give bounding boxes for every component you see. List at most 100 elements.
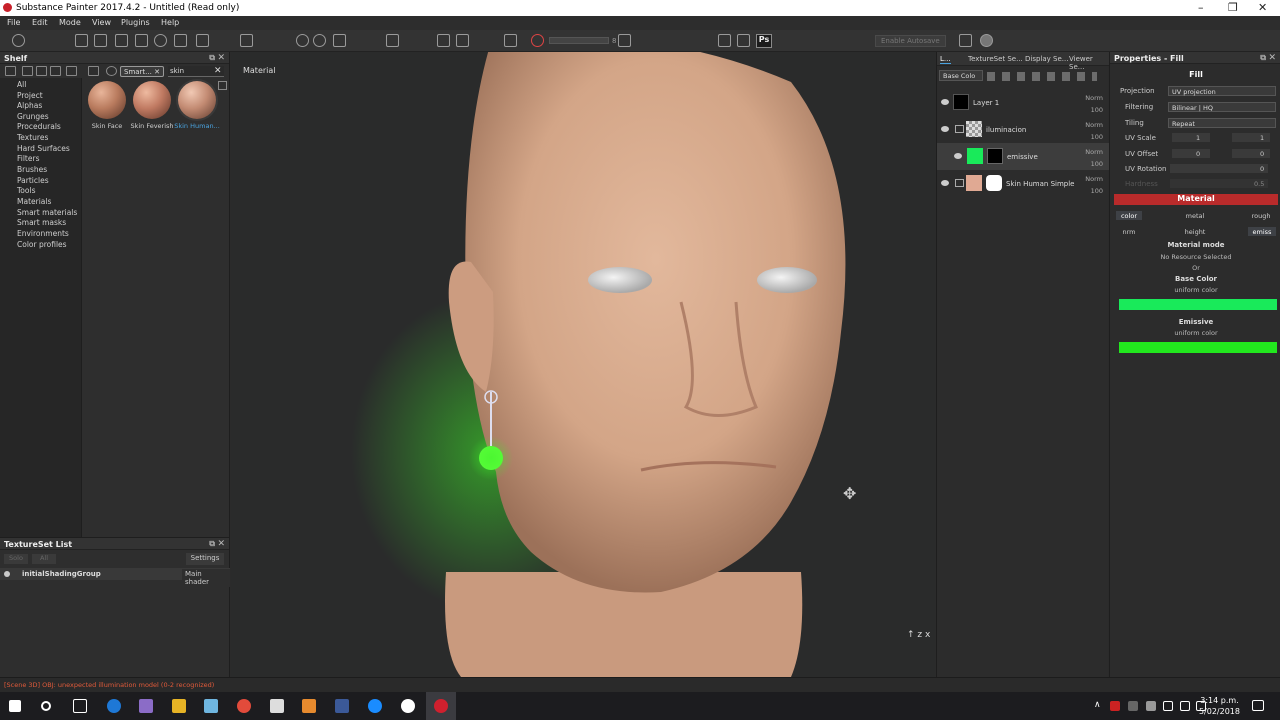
paint-app-icon[interactable] [139,699,153,713]
antivirus-tray-icon[interactable] [1110,701,1120,711]
category-smart-masks[interactable]: Smart masks [17,218,66,227]
photoshop-button[interactable]: Ps [756,34,772,48]
visibility-icon[interactable] [941,180,949,186]
close-icon[interactable]: ✕ [1268,53,1276,63]
menu-mode[interactable]: Mode [59,18,81,27]
layer-blend[interactable]: Norm 100 [1085,173,1103,197]
fill-section-header[interactable]: Fill [1114,70,1278,81]
clear-search-icon[interactable]: ✕ [214,66,222,76]
category-materials[interactable]: Materials [17,197,51,206]
menu-help[interactable]: Help [161,18,179,27]
minimize-icon[interactable]: – [1198,1,1204,14]
split-view-icon[interactable] [456,34,469,47]
tiling-select[interactable]: Repeat [1168,118,1276,128]
polygon-fill-icon[interactable] [135,34,148,47]
chrome-icon[interactable] [237,699,251,713]
tray-chevron-icon[interactable]: ∧ [1094,700,1101,710]
category-smart-materials[interactable]: Smart materials [17,208,77,217]
volume-icon[interactable] [1180,701,1190,711]
folder-icon[interactable] [955,125,964,133]
base-color-swatch[interactable] [1119,299,1277,310]
edge-browser-icon[interactable] [107,699,121,713]
channel-color-toggle[interactable]: color [1116,211,1142,220]
channel-height-toggle[interactable]: height [1182,227,1208,236]
solo-button[interactable]: Solo [4,554,28,564]
clone-icon[interactable] [174,34,187,47]
category-hard-surfaces[interactable]: Hard Surfaces [17,144,70,153]
uv-scale-slider-a[interactable] [1172,133,1210,142]
all-button[interactable]: All [32,554,56,564]
popout-icon[interactable]: ⧉ [209,539,215,549]
menu-view[interactable]: View [92,18,111,27]
visibility-icon[interactable] [4,571,10,577]
file-explorer-icon[interactable] [172,699,186,713]
tab-layers[interactable]: L... [940,55,951,64]
view-mode-icon[interactable] [386,34,399,47]
maximize-icon[interactable]: ❐ [1228,1,1238,14]
windows-start-icon[interactable] [9,700,21,712]
substance-painter-taskbar-icon[interactable] [434,699,448,713]
category-all[interactable]: All [17,80,26,89]
smudge-icon[interactable] [154,34,167,47]
channel-nrm-toggle[interactable]: nrm [1116,227,1142,236]
category-color-profiles[interactable]: Color profiles [17,240,67,249]
visibility-icon[interactable] [941,99,949,105]
symmetry-icon[interactable] [296,34,309,47]
channel-rough-toggle[interactable]: rough [1248,211,1274,220]
symmetry-mirror-icon[interactable] [313,34,326,47]
shelf-filter-tag[interactable]: Smart... ✕ [120,66,164,77]
paint-brush-icon[interactable] [75,34,88,47]
tray-icon[interactable] [1128,701,1138,711]
menu-edit[interactable]: Edit [32,18,48,27]
category-textures[interactable]: Textures [17,133,48,142]
shelf-grid-icon[interactable] [66,66,77,76]
folder-icon[interactable] [955,179,964,187]
category-brushes[interactable]: Brushes [17,165,47,174]
shelf-folder-icon[interactable] [5,66,16,76]
refresh-icon[interactable] [106,66,117,76]
tray-icon[interactable] [1146,701,1156,711]
category-tools[interactable]: Tools [17,186,35,195]
filtering-select[interactable]: Bilinear | HQ [1168,102,1276,112]
close-icon[interactable]: ✕ [217,53,225,63]
brush-edit-icon[interactable] [618,34,631,47]
layer-row[interactable]: Skin Human Simple Norm 100 [937,170,1109,197]
blender-icon[interactable] [302,699,316,713]
shelf-new-folder-icon[interactable] [36,66,47,76]
task-view-icon[interactable] [73,699,87,713]
projection-icon[interactable] [115,34,128,47]
uv-offset-slider-b[interactable] [1232,149,1270,158]
category-particles[interactable]: Particles [17,176,49,185]
popout-icon[interactable]: ⧉ [1260,53,1266,63]
search-icon[interactable] [41,701,51,711]
uv-offset-slider-a[interactable] [1172,149,1210,158]
category-filters[interactable]: Filters [17,154,39,163]
layer-row[interactable]: iluminacion Norm 100 [937,116,1109,143]
visibility-icon[interactable] [954,153,962,159]
layer-blend[interactable]: Norm 100 [1085,146,1103,170]
emissive-color-swatch[interactable] [1119,342,1277,353]
popout-icon[interactable]: ⧉ [209,53,215,63]
category-grunges[interactable]: Grunges [17,112,49,121]
shelf-list-icon[interactable] [50,66,61,76]
uv-rotation-slider[interactable] [1170,164,1268,173]
calculator-icon[interactable] [270,699,284,713]
category-procedurals[interactable]: Procedurals [17,122,61,131]
send-to-icon[interactable] [737,34,750,47]
layer-actions-toolbar[interactable] [987,72,1097,81]
material-mode-value[interactable]: No Resource Selected [1114,253,1278,261]
system-clock[interactable]: 3:14 p.m. 5/02/2018 [1199,695,1240,717]
material-preview-skin-human[interactable] [178,81,216,119]
viewport-3d[interactable]: Material ✥ ↑ z x [231,52,935,677]
settings-button[interactable]: Settings [186,553,224,565]
layer-row[interactable]: Layer 1 Norm 100 [937,89,1109,116]
filter-icon[interactable] [88,66,99,76]
category-project[interactable]: Project [17,91,43,100]
material-section-header[interactable]: Material [1114,194,1278,205]
layer-blend[interactable]: Norm 100 [1085,92,1103,116]
layer-row-selected[interactable]: emissive Norm 100 [937,143,1109,170]
category-environments[interactable]: Environments [17,229,69,238]
category-alphas[interactable]: Alphas [17,101,42,110]
projection-select[interactable]: UV projection [1168,86,1276,96]
wifi-icon[interactable] [1163,701,1173,711]
